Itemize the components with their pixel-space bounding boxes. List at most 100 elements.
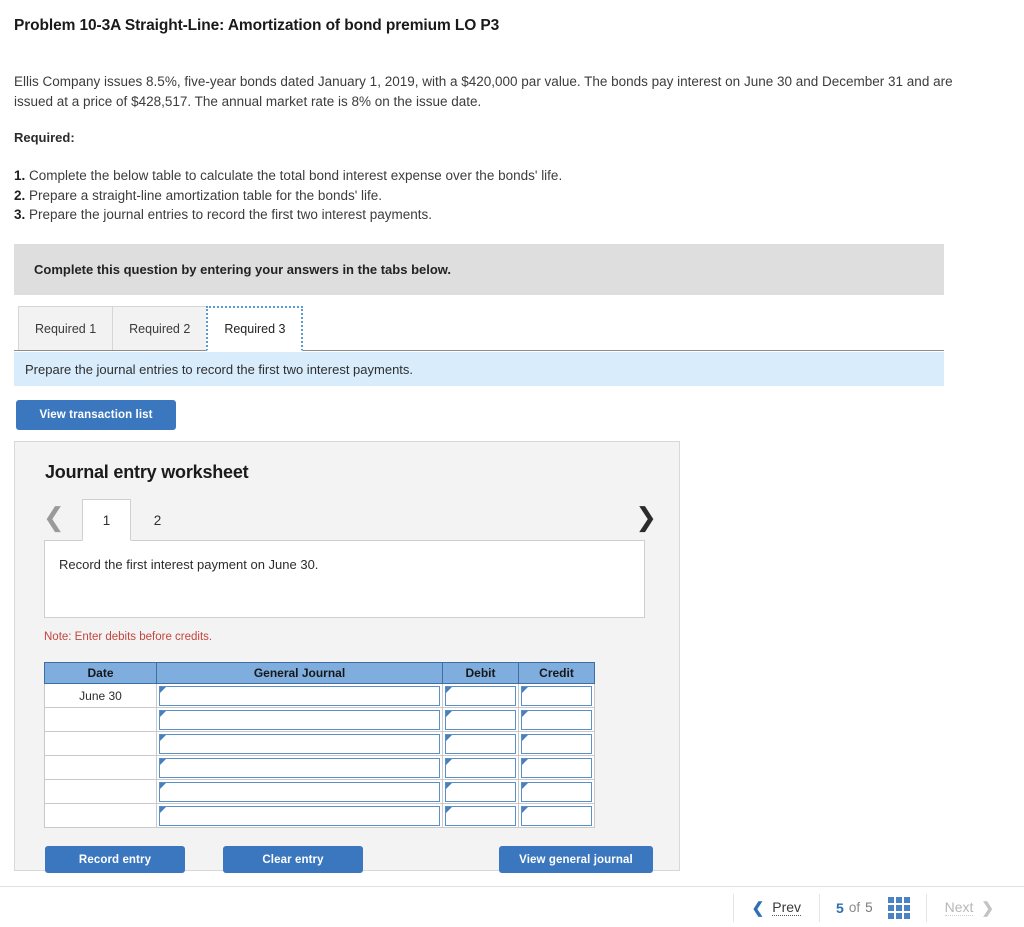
date-cell[interactable] — [44, 803, 157, 828]
worksheet-tab-2[interactable]: 2 — [133, 499, 182, 541]
debit-cell — [442, 683, 519, 708]
problem-page: Problem 10-3A Straight-Line: Amortizatio… — [0, 0, 1024, 927]
chevron-left-icon[interactable]: ❮ — [43, 503, 65, 533]
table-row — [44, 731, 595, 756]
general-journal-input[interactable] — [159, 685, 440, 706]
total-pages: 5 — [865, 900, 873, 915]
general-journal-cell — [156, 707, 443, 732]
prev-label: Prev — [772, 899, 802, 916]
clear-entry-button[interactable]: Clear entry — [223, 846, 363, 873]
current-page: 5 — [836, 899, 844, 916]
debits-before-credits-note: Note: Enter debits before credits. — [44, 631, 213, 643]
sub-instruction-bar: Prepare the journal entries to record th… — [14, 352, 944, 386]
instruction-banner: Complete this question by entering your … — [14, 244, 944, 295]
column-header-credit: Credit — [518, 662, 595, 684]
credit-cell — [518, 779, 595, 804]
requirement-tabs: Required 1 Required 2 Required 3 — [18, 306, 304, 351]
table-row — [44, 803, 595, 828]
table-row — [44, 707, 595, 732]
requirement-number: 1. — [14, 168, 26, 183]
worksheet-tab-1[interactable]: 1 — [82, 499, 131, 541]
tab-required-1[interactable]: Required 1 — [18, 306, 114, 351]
debit-cell — [442, 779, 519, 804]
record-entry-button[interactable]: Record entry — [45, 846, 185, 873]
column-header-general-journal: General Journal — [156, 662, 443, 684]
debit-input[interactable] — [445, 709, 516, 730]
debit-cell — [442, 755, 519, 780]
grid-menu-icon[interactable] — [887, 896, 910, 919]
general-journal-cell — [156, 683, 443, 708]
credit-input[interactable] — [521, 685, 592, 706]
tab-required-2[interactable]: Required 2 — [112, 306, 208, 351]
general-journal-cell — [156, 779, 443, 804]
debit-input[interactable] — [445, 733, 516, 754]
chevron-right-icon[interactable]: ❯ — [635, 503, 657, 533]
credit-cell — [518, 803, 595, 828]
requirement-item-3: 3. Prepare the journal entries to record… — [14, 205, 914, 225]
debit-input[interactable] — [445, 781, 516, 802]
bottom-navigation-bar: ❮ Prev 5 of 5 Next ❯ — [0, 886, 1024, 927]
debit-cell — [442, 731, 519, 756]
date-cell[interactable] — [44, 707, 157, 732]
worksheet-title: Journal entry worksheet — [45, 462, 249, 482]
credit-input[interactable] — [521, 757, 592, 778]
chevron-right-icon: ❯ — [981, 899, 994, 917]
requirement-number: 2. — [14, 187, 26, 203]
debit-input[interactable] — [445, 757, 516, 778]
credit-cell — [518, 755, 595, 780]
worksheet-description-text: Record the first interest payment on Jun… — [59, 557, 319, 572]
credit-input[interactable] — [521, 781, 592, 802]
date-cell[interactable] — [44, 779, 157, 804]
table-row — [44, 755, 595, 780]
page-title: Problem 10-3A Straight-Line: Amortizatio… — [14, 17, 500, 34]
date-cell[interactable] — [44, 731, 157, 756]
journal-entry-worksheet-panel: Journal entry worksheet ❮ 1 2 ❯ Record t… — [14, 441, 680, 873]
problem-description: Ellis Company issues 8.5%, five-year bon… — [14, 74, 953, 109]
requirement-text: Prepare a straight-line amortization tab… — [29, 187, 383, 203]
worksheet-pagination: ❮ 1 2 ❯ — [43, 499, 661, 541]
sub-instruction-text: Prepare the journal entries to record th… — [25, 361, 414, 377]
requirement-text: Prepare the journal entries to record th… — [29, 207, 432, 222]
date-cell[interactable]: June 30 — [44, 683, 157, 708]
debit-cell — [442, 803, 519, 828]
view-transaction-list-button[interactable]: View transaction list — [16, 400, 176, 430]
requirements-list: 1. Complete the below table to calculate… — [14, 166, 914, 225]
next-label: Next — [944, 899, 974, 916]
credit-input[interactable] — [521, 733, 592, 754]
date-cell[interactable] — [44, 755, 157, 780]
worksheet-description-box: Record the first interest payment on Jun… — [44, 540, 645, 618]
general-journal-input[interactable] — [159, 805, 440, 826]
debit-cell — [442, 707, 519, 732]
general-journal-input[interactable] — [159, 733, 440, 754]
requirement-item-1: 1. Complete the below table to calculate… — [14, 166, 914, 186]
instruction-banner-text: Complete this question by entering your … — [34, 262, 452, 277]
requirement-text: Complete the below table to calculate th… — [29, 168, 563, 183]
next-button[interactable]: Next ❯ — [929, 899, 1010, 917]
credit-input[interactable] — [521, 709, 592, 730]
credit-input[interactable] — [521, 805, 592, 826]
table-row — [44, 779, 595, 804]
credit-cell — [518, 707, 595, 732]
general-journal-cell — [156, 803, 443, 828]
prev-button[interactable]: ❮ Prev — [736, 899, 817, 917]
general-journal-cell — [156, 755, 443, 780]
journal-entry-table: Date General Journal Debit Credit June 3… — [44, 662, 595, 828]
tabs-underline — [14, 350, 944, 351]
pager: ❮ Prev 5 of 5 Next ❯ — [731, 887, 1010, 927]
general-journal-input[interactable] — [159, 709, 440, 730]
of-label: of — [848, 900, 861, 915]
pager-divider-mid — [819, 893, 821, 922]
debit-input[interactable] — [445, 685, 516, 706]
general-journal-input[interactable] — [159, 757, 440, 778]
page-counter: 5 of 5 — [822, 896, 924, 919]
pager-divider-right — [925, 893, 927, 922]
table-header-row: Date General Journal Debit Credit — [44, 662, 595, 684]
general-journal-input[interactable] — [159, 781, 440, 802]
view-general-journal-button[interactable]: View general journal — [499, 846, 653, 873]
tab-required-3[interactable]: Required 3 — [206, 306, 304, 351]
requirement-number: 3. — [14, 207, 26, 222]
requirement-item-2: 2. Prepare a straight-line amortization … — [14, 186, 914, 206]
required-label: Required: — [14, 130, 75, 145]
pager-divider-left — [732, 893, 734, 922]
debit-input[interactable] — [445, 805, 516, 826]
